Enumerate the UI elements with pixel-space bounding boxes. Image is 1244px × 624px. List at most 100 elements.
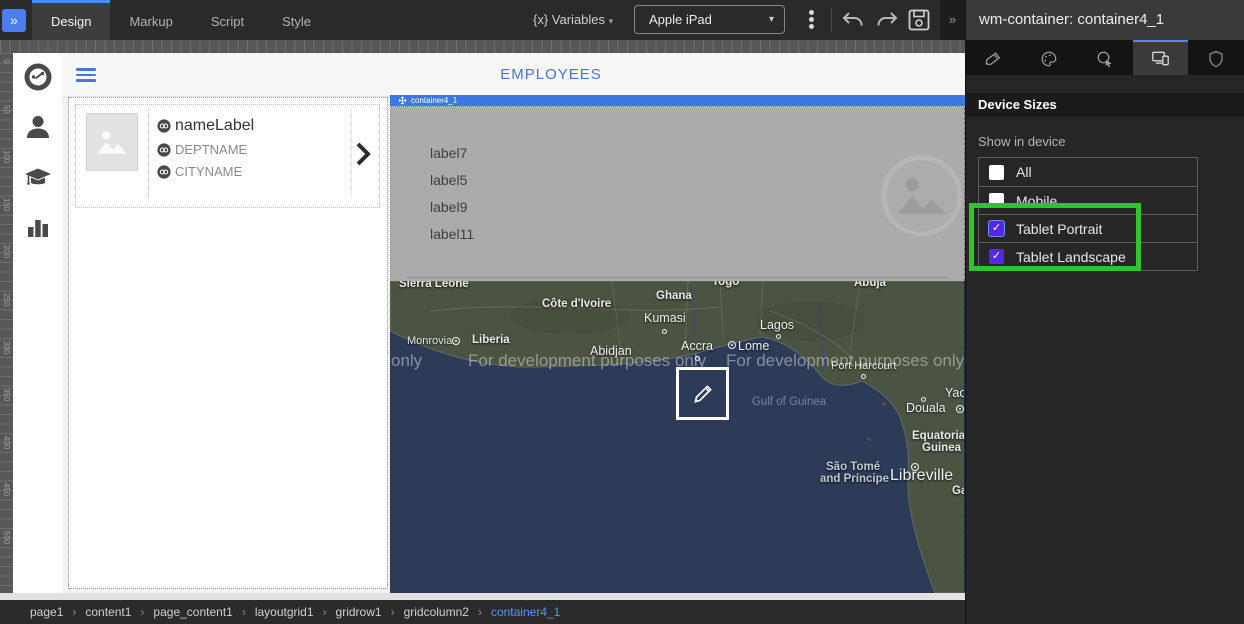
selected-widget-tag[interactable]: container4_1 xyxy=(390,95,965,107)
field-label-CITYNAME: CITYNAME xyxy=(175,164,242,179)
checkbox[interactable]: ✓ xyxy=(989,221,1004,236)
more-options-button[interactable] xyxy=(803,8,819,32)
canvas-bottom-scroll-strip[interactable] xyxy=(0,593,965,600)
chevron-down-icon: ▾ xyxy=(609,16,614,26)
tab-markup[interactable]: Markup xyxy=(110,0,191,40)
variables-menu[interactable]: {x} Variables ▾ xyxy=(533,0,613,40)
field-label-DEPTNAME: DEPTNAME xyxy=(175,142,247,157)
horizontal-ruler xyxy=(0,40,965,53)
map-marker-ring xyxy=(728,341,736,349)
top-toolbar: » DesignMarkupScriptStyle {x} Variables … xyxy=(0,0,940,40)
chevron-right-icon xyxy=(355,141,371,167)
page-header-widget[interactable]: EMPLOYEES xyxy=(62,53,965,97)
tab-style[interactable]: Style xyxy=(263,0,330,40)
undo-button[interactable] xyxy=(840,8,866,32)
checkbox[interactable] xyxy=(989,165,1004,180)
tab-design[interactable]: Design xyxy=(32,0,110,40)
map-marker-dot xyxy=(695,356,700,361)
pencil-icon xyxy=(690,381,716,407)
breadcrumb-item-gridcolumn2[interactable]: gridcolumn2 xyxy=(404,605,469,619)
ruler-number: 50 xyxy=(2,102,11,117)
container4_1-widget[interactable]: label7 label5 label9 label11 xyxy=(390,107,965,281)
checkbox[interactable]: ✓ xyxy=(989,249,1004,264)
checkbox[interactable] xyxy=(989,193,1004,208)
mode-tabs: DesignMarkupScriptStyle xyxy=(32,0,330,40)
variables-label: {x} Variables xyxy=(533,12,605,27)
breadcrumb-separator: › xyxy=(242,605,246,619)
list-item-template[interactable]: nameLabel DEPTNAME CITYNAME xyxy=(75,104,380,208)
nav-reports-item bar-chart-icon[interactable] xyxy=(23,212,53,242)
device-row-all[interactable]: All xyxy=(979,158,1197,186)
nav-education-item graduation-cap-icon[interactable] xyxy=(23,162,53,192)
redo-button[interactable] xyxy=(874,8,900,32)
inspector-title: wm-container: container4_1 xyxy=(966,0,1244,40)
device-row-tablet-landscape[interactable]: ✓ Tablet Landscape xyxy=(979,242,1197,270)
map-marker-ring xyxy=(956,405,964,413)
tab-properties pencil-icon[interactable] xyxy=(966,40,1022,75)
breadcrumb-item-layoutgrid1[interactable]: layoutgrid1 xyxy=(255,605,314,619)
tab-security shield-icon[interactable] xyxy=(1188,40,1244,75)
breadcrumb-item-page1[interactable]: page1 xyxy=(30,605,63,619)
nav-dashboard-item dashboard-icon[interactable] xyxy=(23,62,53,92)
ruler-number: 0 xyxy=(2,54,11,69)
ruler-number: 150 xyxy=(2,197,11,212)
list-item-fields: nameLabel DEPTNAME CITYNAME xyxy=(148,109,352,197)
ruler-number: 400 xyxy=(2,435,11,450)
google-map-widget[interactable]: Sierra LeoneCôte d'IvoireGhanaTogoAbujaK… xyxy=(390,281,965,593)
image-placeholder-icon xyxy=(86,113,138,171)
tab-styles palette-icon[interactable] xyxy=(1022,40,1078,75)
ruler-number: 100 xyxy=(2,149,11,164)
tab-device-sizes devices-icon[interactable] xyxy=(1133,40,1189,75)
breadcrumb-item-page_content1[interactable]: page_content1 xyxy=(153,605,232,619)
map-marker-dot xyxy=(921,397,926,402)
map-marker-dot xyxy=(776,334,781,339)
bind-link-icon xyxy=(157,165,171,179)
container-label-label9[interactable]: label9 xyxy=(430,199,467,215)
nav-employees-item user-icon[interactable] xyxy=(23,112,53,142)
map-marker-island xyxy=(882,402,886,406)
chevron-down-icon: ▾ xyxy=(769,6,774,33)
hamburger-menu-icon[interactable] xyxy=(76,68,96,83)
device-preview-select[interactable]: Apple iPad ▾ xyxy=(634,5,785,34)
map-terrain xyxy=(390,281,965,593)
map-edit-button[interactable] xyxy=(676,367,729,420)
breadcrumb-separator: › xyxy=(140,605,144,619)
tab-events events-icon[interactable] xyxy=(1077,40,1133,75)
design-canvas: EMPLOYEES nameLabel DEPTNAME CITYNAME cont… xyxy=(62,53,965,593)
container-label-label11[interactable]: label11 xyxy=(430,226,474,242)
sidebar-collapse-button[interactable]: » xyxy=(2,9,26,32)
ruler-number: 350 xyxy=(2,387,11,402)
container-label-label5[interactable]: label5 xyxy=(430,172,467,188)
breadcrumb-separator: › xyxy=(72,605,76,619)
device-preview-value: Apple iPad xyxy=(649,12,712,27)
employees-list-widget[interactable]: nameLabel DEPTNAME CITYNAME xyxy=(68,97,388,589)
ruler-number: 250 xyxy=(2,292,11,307)
bind-link-icon xyxy=(157,143,171,157)
device-row-mobile[interactable]: Mobile xyxy=(979,186,1197,214)
panel-expand-button[interactable]: » xyxy=(940,0,965,40)
device-size-table: All Mobile ✓ Tablet Portrait ✓ Tablet Landsca… xyxy=(978,157,1198,271)
map-marker-ring xyxy=(452,337,460,345)
selected-widget-name: container4_1 xyxy=(411,96,457,105)
list-field-row: nameLabel xyxy=(157,117,351,135)
map-marker-dot xyxy=(662,329,667,334)
page-title: EMPLOYEES xyxy=(471,66,631,83)
move-icon xyxy=(398,96,407,105)
device-row-label: Tablet Landscape xyxy=(1016,249,1126,265)
device-row-tablet-portrait[interactable]: ✓ Tablet Portrait xyxy=(979,214,1197,242)
list-field-row: CITYNAME xyxy=(157,164,351,179)
toolbar-divider xyxy=(831,9,832,31)
divider xyxy=(406,277,948,278)
breadcrumb-item-content1[interactable]: content1 xyxy=(85,605,131,619)
breadcrumb-separator: › xyxy=(478,605,482,619)
map-marker-island xyxy=(867,437,871,441)
device-row-label: Mobile xyxy=(1016,193,1057,209)
vertical-ruler: 050100150200250300350400450500 xyxy=(0,53,13,593)
tab-script[interactable]: Script xyxy=(192,0,263,40)
breadcrumb-item-gridrow1[interactable]: gridrow1 xyxy=(336,605,382,619)
save-button[interactable] xyxy=(906,8,932,32)
breadcrumb-item-container4_1[interactable]: container4_1 xyxy=(491,605,560,619)
device-row-label: Tablet Portrait xyxy=(1016,221,1102,237)
container-label-label7[interactable]: label7 xyxy=(430,145,467,161)
device-row-label: All xyxy=(1016,164,1032,180)
